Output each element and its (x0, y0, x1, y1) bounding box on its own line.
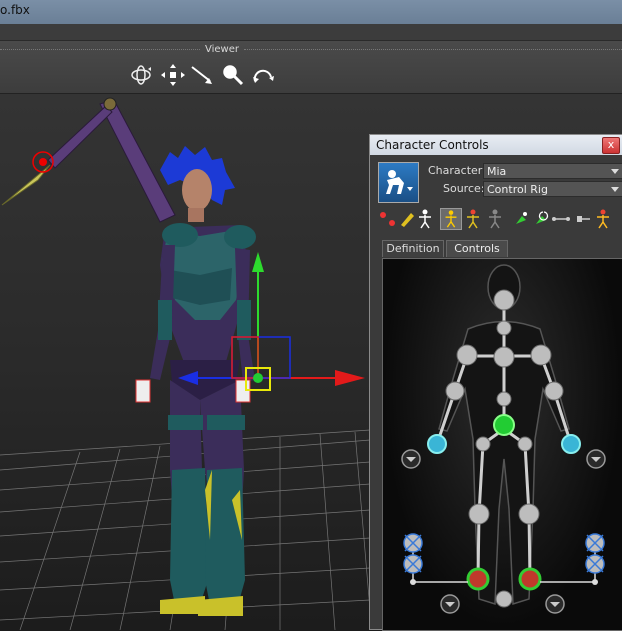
left-elbow-effector (445, 381, 465, 401)
move-tool-icon[interactable] (160, 63, 186, 87)
character-label: Character: (428, 164, 486, 177)
full-body-icon[interactable] (414, 208, 436, 230)
left-shoulder-effector (456, 344, 478, 366)
effector-arm-limb (1, 97, 176, 223)
character-figure-view[interactable] (382, 258, 622, 631)
panel-titlebar[interactable]: Character Controls x (370, 135, 622, 155)
ground-effector (495, 590, 513, 608)
orbit-tool-icon[interactable] (128, 63, 154, 87)
selection-body-icon[interactable] (462, 208, 484, 230)
zoom-tool-icon[interactable] (219, 63, 245, 87)
left-hip-effector (475, 436, 491, 452)
character-select[interactable]: Mia (483, 163, 622, 179)
tab-definition[interactable]: Definition (382, 240, 444, 257)
chevron-down-icon (611, 187, 619, 192)
tab-controls[interactable]: Controls (446, 240, 508, 257)
menu-gap (0, 24, 622, 41)
right-knee-effector (518, 503, 540, 525)
spine-effector (496, 391, 512, 407)
neck-effector (496, 320, 512, 336)
release-pin-icon[interactable] (550, 208, 572, 230)
controls-toolbar (378, 208, 622, 232)
left-wrist-effector (427, 434, 447, 454)
right-hip-effector (517, 436, 533, 452)
viewer-label: Viewer (205, 44, 239, 55)
pan-tool-icon[interactable] (190, 63, 216, 87)
hips-effector-selected (493, 414, 515, 436)
source-label: Source: (443, 182, 485, 195)
window-titlebar: o.fbx (0, 0, 622, 24)
window-title: o.fbx (0, 3, 30, 17)
pose-figure-icon[interactable] (592, 208, 614, 230)
viewer-toolbar: Viewer (0, 41, 622, 94)
chest-effector (493, 346, 515, 368)
character-pose-icon (386, 170, 413, 194)
left-knee-effector (468, 503, 490, 525)
character-controls-panel: Character Controls x Character: Mia Sour… (369, 134, 622, 631)
right-shoulder-effector (530, 344, 552, 366)
rotate-tool-icon[interactable] (250, 63, 276, 87)
fk-ik-icon[interactable] (572, 208, 594, 230)
head-effector (493, 289, 515, 311)
toe-effectors (403, 533, 605, 574)
expand-icons (401, 449, 606, 614)
left-ankle-effector (466, 567, 490, 591)
panel-title: Character Controls (376, 138, 489, 152)
body-figure[interactable] (383, 259, 622, 631)
pin-translation-icon[interactable] (510, 208, 532, 230)
character-icon-button[interactable] (378, 162, 419, 203)
right-elbow-effector (544, 381, 564, 401)
body-part-icon[interactable] (440, 208, 462, 230)
stance-pose-icon[interactable] (484, 208, 506, 230)
source-select[interactable]: Control Rig (483, 181, 622, 197)
right-ankle-effector (518, 567, 542, 591)
pin-rotation-icon[interactable] (530, 208, 552, 230)
right-wrist-effector (561, 434, 581, 454)
close-button[interactable]: x (602, 137, 620, 154)
chevron-down-icon (611, 169, 619, 174)
